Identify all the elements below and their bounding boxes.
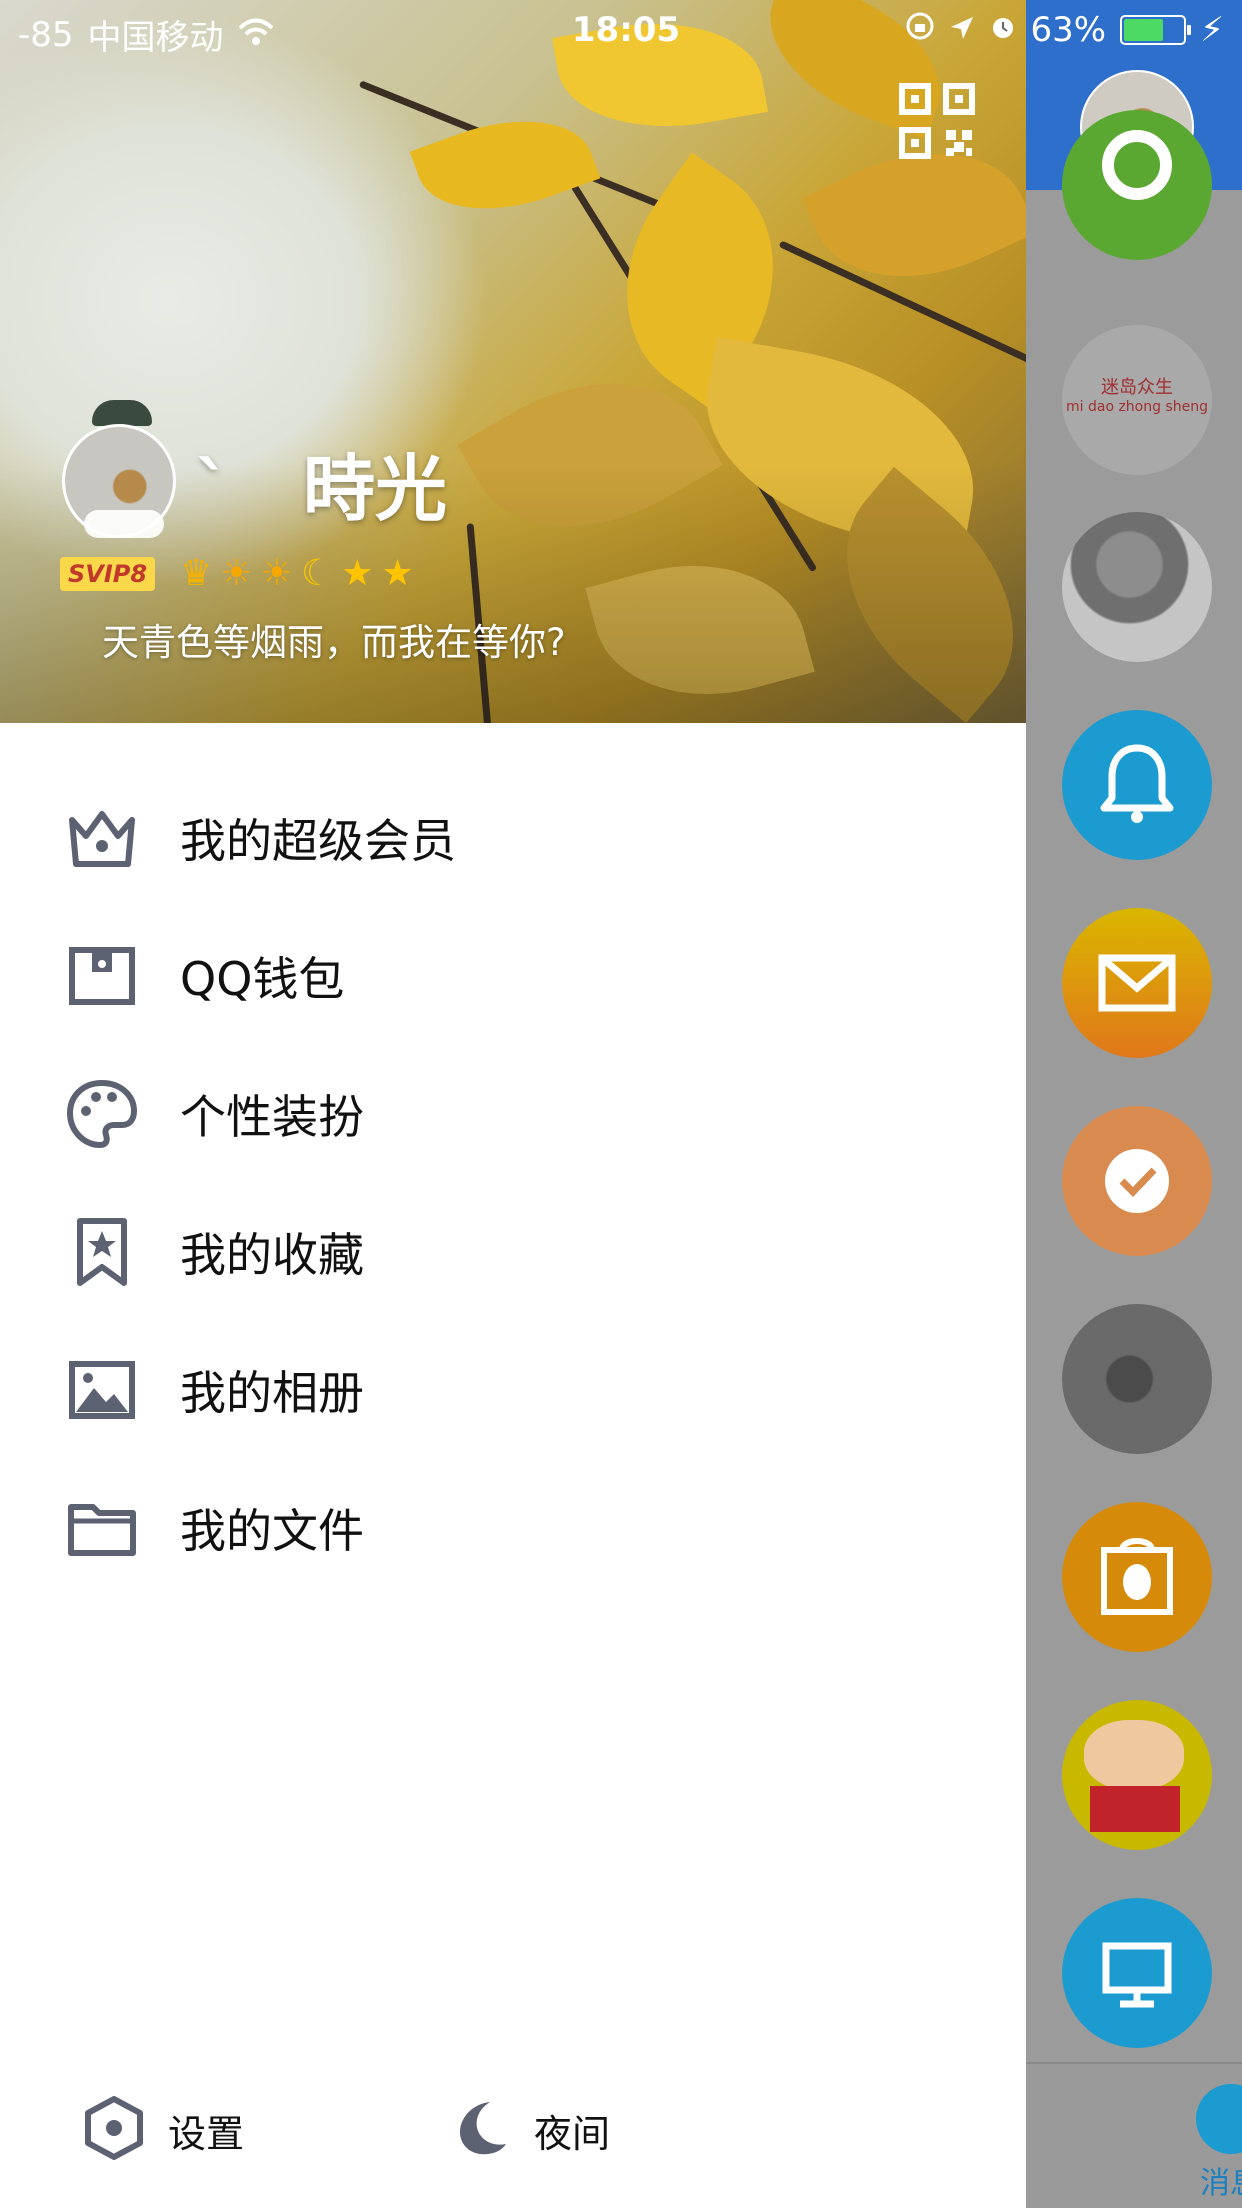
level-icons[interactable]: ♛ ☀ ☀ ☾ ★ ★ <box>180 553 414 594</box>
moon-icon <box>450 2098 510 2162</box>
bookmark-star-icon <box>62 1212 142 1292</box>
peek-tabbar: 消息 <box>1026 2062 1242 2208</box>
svip-badge[interactable]: SVIP8 <box>60 557 156 591</box>
drawer-footer: 设置 夜间 <box>0 2080 1026 2180</box>
star-level-icon: ★ <box>341 553 374 594</box>
wallet-icon <box>62 936 142 1016</box>
settings-label: 设置 <box>168 2111 245 2156</box>
moon-level-icon: ☾ <box>300 553 334 594</box>
rotation-lock-icon <box>905 10 935 50</box>
folder-icon <box>62 1488 142 1568</box>
menu-item-label: QQ钱包 <box>180 952 345 1006</box>
peek-mail-icon[interactable] <box>1062 908 1212 1058</box>
menu-item-favorites[interactable]: 我的收藏 <box>0 1183 1026 1321</box>
crown-icon <box>62 798 142 878</box>
menu-item-theme[interactable]: 个性装扮 <box>0 1045 1026 1183</box>
nickname[interactable]: ` 時光 <box>195 430 447 535</box>
message-tab-label[interactable]: 消息 <box>1200 2158 1242 2202</box>
menu-item-files[interactable]: 我的文件 <box>0 1459 1026 1597</box>
palette-icon <box>62 1074 142 1154</box>
peek-avatar-4[interactable] <box>1062 1304 1212 1454</box>
peek-avatar-3[interactable] <box>1062 512 1212 662</box>
peek-green-icon[interactable] <box>1062 110 1212 260</box>
menu-item-label: 个性装扮 <box>180 1090 364 1144</box>
peek-bell-icon[interactable] <box>1062 710 1212 860</box>
menu-item-wallet[interactable]: QQ钱包 <box>0 907 1026 1045</box>
peek-computer-icon[interactable] <box>1062 1898 1212 2048</box>
drawer-menu: 我的超级会员 QQ钱包 个性装扮 我的收藏 我的相册 我的文件 <box>0 769 1026 1597</box>
main-screen-peek[interactable]: 迷岛众生 mi dao zhong sheng 消息 <box>1026 0 1242 2208</box>
qr-code-icon[interactable] <box>898 82 976 160</box>
peek-avatar-5[interactable] <box>1062 1700 1212 1850</box>
battery-icon <box>1120 15 1192 45</box>
star-level-icon: ★ <box>381 553 414 594</box>
menu-item-label: 我的超级会员 <box>180 814 456 868</box>
peek-penguin-bag-icon[interactable] <box>1062 1502 1212 1652</box>
avatar[interactable] <box>54 400 194 540</box>
charging-icon: ⚡ <box>1200 10 1224 50</box>
night-label: 夜间 <box>534 2111 611 2156</box>
settings-button[interactable]: 设置 <box>84 2080 244 2180</box>
sun-level-icon: ☀ <box>220 553 253 594</box>
status-bar: -85 中国移动 18:05 63% ⚡ <box>0 0 1242 62</box>
sun-level-icon: ☀ <box>260 553 293 594</box>
battery-percent: 63% <box>1030 10 1107 50</box>
menu-item-svip[interactable]: 我的超级会员 <box>0 769 1026 907</box>
menu-item-label: 我的收藏 <box>180 1228 364 1282</box>
signature[interactable]: 天青色等烟雨，而我在等你? <box>102 612 566 666</box>
alarm-icon <box>989 10 1017 50</box>
menu-item-album[interactable]: 我的相册 <box>0 1321 1026 1459</box>
location-icon <box>949 10 975 50</box>
peek-avatar-2[interactable]: 迷岛众生 mi dao zhong sheng <box>1062 325 1212 475</box>
settings-hexagon-icon <box>84 2096 144 2164</box>
night-mode-button[interactable]: 夜间 <box>450 2080 610 2180</box>
crown-level-icon: ♛ <box>180 553 213 594</box>
photo-icon <box>62 1350 142 1430</box>
message-tab-icon[interactable] <box>1196 2084 1242 2154</box>
menu-item-label: 我的相册 <box>180 1366 364 1420</box>
peek-badge-check-icon[interactable] <box>1062 1106 1212 1256</box>
side-drawer: ` 時光 SVIP8 ♛ ☀ ☀ ☾ ★ ★ 天青色等烟雨，而我在等你? 我的超… <box>0 0 1026 2208</box>
menu-item-label: 我的文件 <box>180 1504 364 1558</box>
